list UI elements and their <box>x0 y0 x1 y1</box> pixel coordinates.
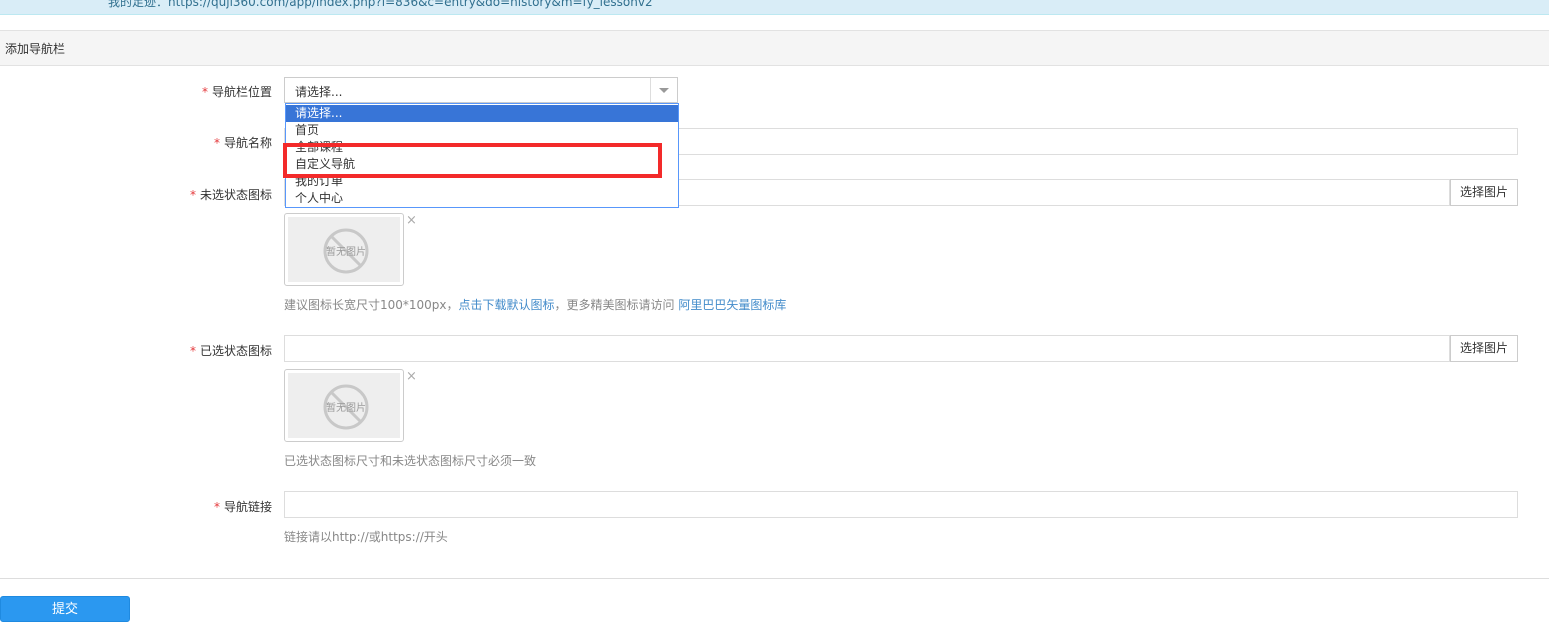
no-image-text: 暂无图片 <box>326 245 366 258</box>
submit-button[interactable]: 提交 <box>0 596 130 622</box>
required-mark: * <box>189 188 196 202</box>
panel-header: 添加导航栏 <box>0 30 1549 66</box>
link-help: 链接请以http://或https://开头 <box>284 530 448 544</box>
position-label: * 导航栏位置 <box>201 85 272 99</box>
selected-choose-image-button[interactable]: 选择图片 <box>1450 335 1518 362</box>
highlight-annotation-box <box>283 143 662 178</box>
chevron-down-icon <box>659 88 669 93</box>
link-label: * 导航链接 <box>213 500 272 514</box>
no-image-icon: 暂无图片 <box>323 228 369 274</box>
selected-icon-label: * 已选状态图标 <box>189 344 272 358</box>
dropdown-option[interactable]: 个人中心 <box>286 190 678 207</box>
no-image-text: 暂无图片 <box>326 401 366 414</box>
iconfont-library-link[interactable]: 阿里巴巴矢量图标库 <box>678 298 786 312</box>
unselected-icon-label: * 未选状态图标 <box>189 188 272 202</box>
close-icon[interactable]: × <box>406 213 417 228</box>
dropdown-option[interactable]: 首页 <box>286 122 678 139</box>
selected-icon-help: 已选状态图标尺寸和未选状态图标尺寸必须一致 <box>284 454 537 468</box>
selected-icon-input[interactable] <box>284 335 1450 362</box>
required-mark: * <box>189 344 196 358</box>
unselected-icon-preview: 暂无图片 <box>284 213 404 286</box>
download-default-icon-link[interactable]: 点击下载默认图标 <box>459 298 555 312</box>
panel-title: 添加导航栏 <box>5 42 66 56</box>
position-select-value: 请选择... <box>295 85 343 99</box>
name-label: * 导航名称 <box>213 136 272 150</box>
link-input[interactable] <box>284 491 1518 518</box>
footprint-notice-bar: 我的足迹：https://quji360.com/app/index.php?i… <box>0 0 1549 15</box>
required-mark: * <box>213 500 220 514</box>
unselected-choose-image-button[interactable]: 选择图片 <box>1450 179 1518 206</box>
position-select[interactable]: 请选择... <box>284 77 678 103</box>
required-mark: * <box>201 85 208 99</box>
footprint-text: 我的足迹：https://quji360.com/app/index.php?i… <box>108 0 653 9</box>
no-image-icon: 暂无图片 <box>323 384 369 430</box>
unselected-icon-help: 建议图标长宽尺寸100*100px，点击下载默认图标，更多精美图标请访问 阿里巴… <box>284 298 787 312</box>
close-icon[interactable]: × <box>406 369 417 384</box>
select-arrow-box[interactable] <box>650 78 677 102</box>
dropdown-option[interactable]: 请选择... <box>286 105 678 122</box>
form-divider <box>0 578 1549 579</box>
selected-icon-preview: 暂无图片 <box>284 369 404 442</box>
required-mark: * <box>213 136 220 150</box>
